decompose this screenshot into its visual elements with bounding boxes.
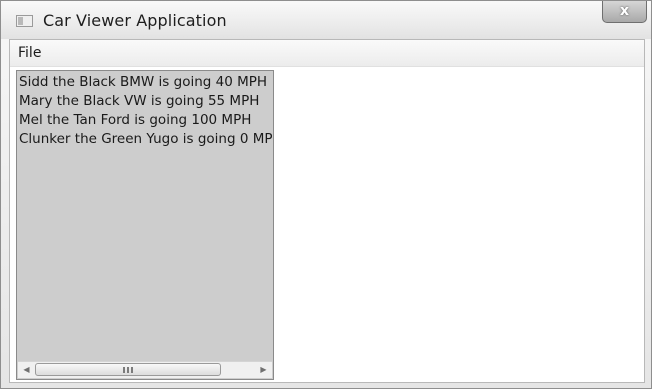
title-bar[interactable]: Car Viewer Application x [1, 1, 651, 39]
horizontal-scrollbar[interactable]: ◀ ▶ [18, 361, 272, 378]
window-title: Car Viewer Application [43, 11, 227, 30]
scrollbar-thumb[interactable] [35, 363, 221, 376]
car-list: Sidd the Black BMW is going 40 MPH Mary … [19, 73, 273, 149]
app-window-icon [16, 15, 33, 27]
menu-bar: File [10, 40, 644, 67]
grip-icon [123, 367, 133, 373]
list-item[interactable]: Clunker the Green Yugo is going 0 MPH [19, 130, 273, 149]
client-area: File Sidd the Black BMW is going 40 MPH … [9, 39, 645, 383]
car-list-box[interactable]: Sidd the Black BMW is going 40 MPH Mary … [16, 70, 274, 380]
list-item[interactable]: Mel the Tan Ford is going 100 MPH [19, 111, 273, 130]
scroll-right-arrow-icon[interactable]: ▶ [255, 362, 272, 378]
app-window: Car Viewer Application x File Sidd the B… [0, 0, 652, 389]
close-button[interactable]: x [602, 1, 647, 23]
scroll-left-arrow-icon[interactable]: ◀ [18, 362, 35, 378]
menu-file[interactable]: File [18, 45, 41, 61]
list-item[interactable]: Mary the Black VW is going 55 MPH [19, 92, 273, 111]
list-item[interactable]: Sidd the Black BMW is going 40 MPH [19, 73, 273, 92]
